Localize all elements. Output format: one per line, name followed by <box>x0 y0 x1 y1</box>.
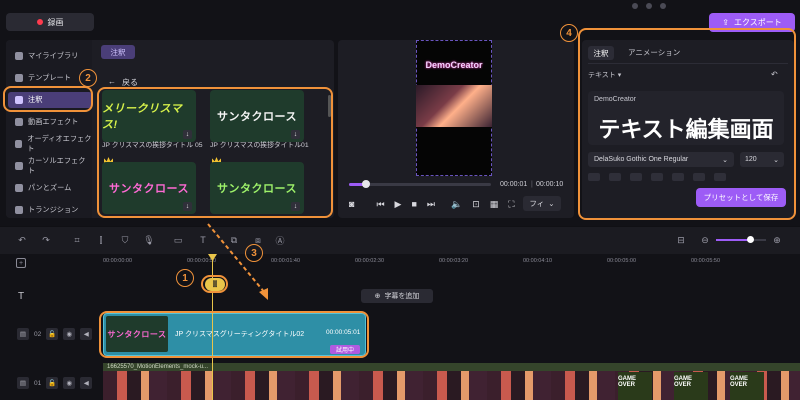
app-window: 録画 ⇪ エクスポート マイライブラリ テンプレート 注釈 動画エフェクト オー… <box>0 0 800 400</box>
step-marker: 2 <box>79 69 97 87</box>
arrow-annotation <box>207 223 268 300</box>
step-marker: 4 <box>560 24 578 42</box>
step-marker: 3 <box>245 244 263 262</box>
step-marker: 1 <box>176 269 194 287</box>
